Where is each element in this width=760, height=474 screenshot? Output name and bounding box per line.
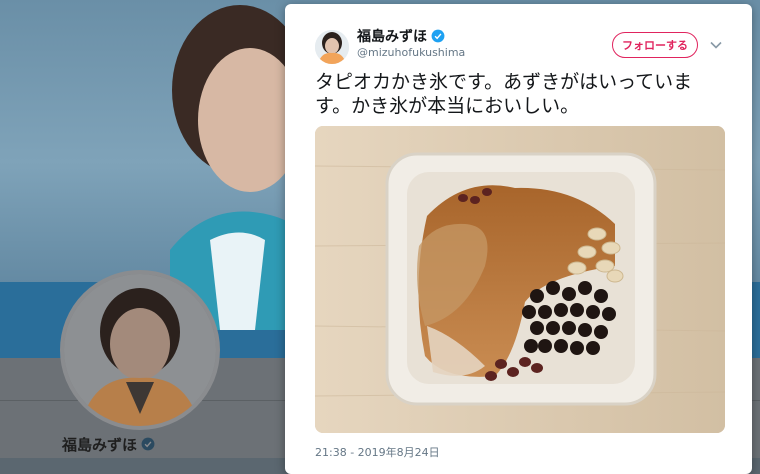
follow-button[interactable]: フォローする	[612, 32, 698, 58]
profile-avatar-image	[64, 274, 216, 426]
profile-name: 福島みずほ	[62, 434, 155, 455]
verified-badge-icon	[431, 29, 445, 47]
tweet-photo[interactable]	[315, 126, 725, 433]
author-avatar-image	[315, 30, 349, 64]
author-name-text[interactable]: 福島みずほ	[357, 29, 427, 45]
author-avatar[interactable]	[315, 30, 349, 64]
profile-avatar[interactable]	[60, 270, 220, 430]
author-handle[interactable]: @mizuhofukushima	[357, 46, 465, 59]
tweet-text: タピオカかき氷です。あずきがはいっています。かき氷が本当においしい。	[315, 71, 693, 117]
profile-name-text: 福島みずほ	[62, 436, 138, 454]
chevron-down-icon[interactable]	[709, 38, 723, 52]
tweet-modal: 福島みずほ @mizuhofukushima フォローする タピオカかき氷です。…	[285, 4, 752, 474]
verified-badge-icon	[141, 437, 155, 455]
shaved-ice-photo	[315, 126, 725, 433]
author-name[interactable]: 福島みずほ	[357, 26, 445, 47]
